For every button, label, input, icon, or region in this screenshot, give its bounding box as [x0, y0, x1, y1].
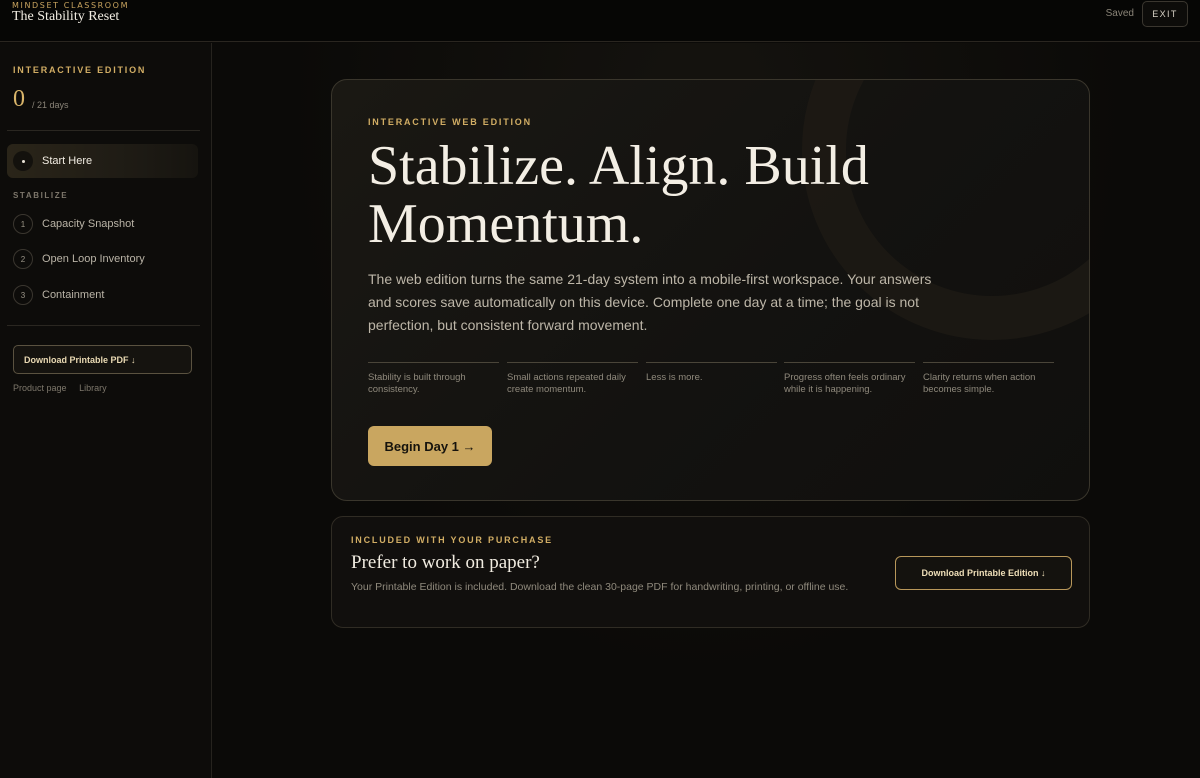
sidebar-item-start-here[interactable]: Start Here — [7, 144, 198, 178]
hero-description: The web edition turns the same 21-day sy… — [368, 271, 932, 333]
purchase-card: INCLUDED WITH YOUR PURCHASE Prefer to wo… — [331, 516, 1090, 628]
top-bar: MINDSET CLASSROOM The Stability Reset Sa… — [0, 0, 1200, 42]
sidebar-links: Product page Library — [13, 383, 117, 393]
hero-card: INTERACTIVE WEB EDITION Stabilize. Align… — [331, 79, 1090, 501]
step-number: 1 — [13, 214, 33, 234]
sidebar-divider — [7, 130, 200, 131]
step-number: 3 — [13, 285, 33, 305]
sidebar-item-label: Open Loop Inventory — [42, 253, 145, 265]
principle-item: Less is more. — [646, 362, 777, 384]
progress-count: 0 — [13, 86, 25, 112]
download-printable-edition-button[interactable]: Download Printable Edition ↓ — [895, 556, 1072, 590]
step-number: 2 — [13, 249, 33, 269]
principle-item: Stability is built through consistency. — [368, 362, 499, 396]
dot-icon — [13, 151, 33, 171]
sidebar-item-open-loop-inventory[interactable]: 2 Open Loop Inventory — [13, 249, 203, 269]
hero-eyebrow: INTERACTIVE WEB EDITION — [368, 117, 532, 127]
download-pdf-button[interactable]: Download Printable PDF ↓ — [13, 345, 192, 374]
purchase-description: Your Printable Edition is included. Down… — [351, 581, 849, 593]
principle-item: Progress often feels ordinary while it i… — [784, 362, 915, 396]
sidebar-item-label: Containment — [42, 289, 105, 301]
sidebar-item-label: Capacity Snapshot — [42, 218, 135, 230]
purchase-title: Prefer to work on paper? — [351, 552, 540, 573]
sidebar-section-label: STABILIZE — [13, 191, 69, 200]
sidebar-divider — [7, 325, 200, 326]
exit-button[interactable]: EXIT — [1142, 1, 1188, 27]
hero-title: Stabilize. Align. Build Momentum. — [368, 135, 869, 255]
library-link[interactable]: Library — [79, 383, 107, 393]
principle-item: Small actions repeated daily create mome… — [507, 362, 638, 396]
sidebar-item-capacity-snapshot[interactable]: 1 Capacity Snapshot — [13, 214, 203, 234]
principle-item: Clarity returns when action becomes simp… — [923, 362, 1054, 396]
principles-row: Stability is built through consistency. … — [368, 362, 1056, 402]
product-page-link[interactable]: Product page — [13, 383, 67, 393]
progress-total: / 21 days — [32, 100, 69, 110]
purchase-eyebrow: INCLUDED WITH YOUR PURCHASE — [351, 535, 553, 545]
sidebar: INTERACTIVE EDITION 0 / 21 days Start He… — [0, 43, 212, 778]
sidebar-edition-label: INTERACTIVE EDITION — [13, 65, 147, 75]
save-status: Saved — [1105, 8, 1134, 19]
brand-title[interactable]: The Stability Reset — [12, 9, 119, 25]
sidebar-item-containment[interactable]: 3 Containment — [13, 285, 203, 305]
begin-day-1-button[interactable]: Begin Day 1 → — [368, 426, 492, 466]
sidebar-item-label: Start Here — [42, 155, 93, 167]
